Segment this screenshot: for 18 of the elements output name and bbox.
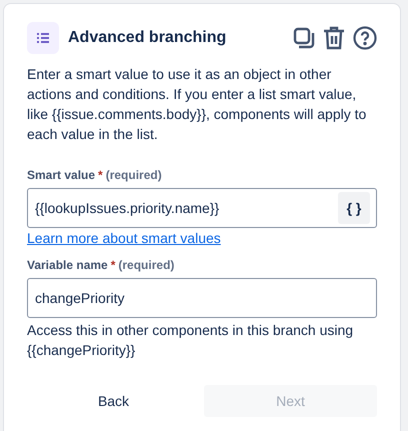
smart-value-button[interactable]: { } (338, 192, 370, 224)
required-note: (required) (106, 168, 162, 182)
required-mark: * (110, 258, 116, 272)
helper-text: Access this in other components in this branch using {{changePriority}} (27, 321, 354, 360)
required-mark: * (98, 168, 103, 182)
help-link[interactable]: Learn more about smart values (27, 230, 221, 246)
back-button[interactable]: Back (27, 385, 200, 417)
list-icon (27, 22, 59, 54)
trash-icon[interactable] (323, 26, 345, 50)
help-icon[interactable] (353, 26, 377, 50)
panel-title: Advanced branching (68, 29, 228, 47)
field-label: Variable name (27, 258, 108, 272)
required-note: (required) (118, 258, 174, 272)
field-label: Smart value (27, 168, 96, 182)
copy-icon[interactable] (293, 27, 315, 49)
input-field[interactable]: {{lookupIssues.priority.name}} { } (27, 188, 377, 228)
input-field[interactable]: changePriority (27, 278, 377, 318)
description-text: Enter a smart value to use it as an object in other actions and conditions. If you enter a list smart value, like {{issue.comments.body}}, components will apply to each value in the list. (27, 65, 368, 144)
